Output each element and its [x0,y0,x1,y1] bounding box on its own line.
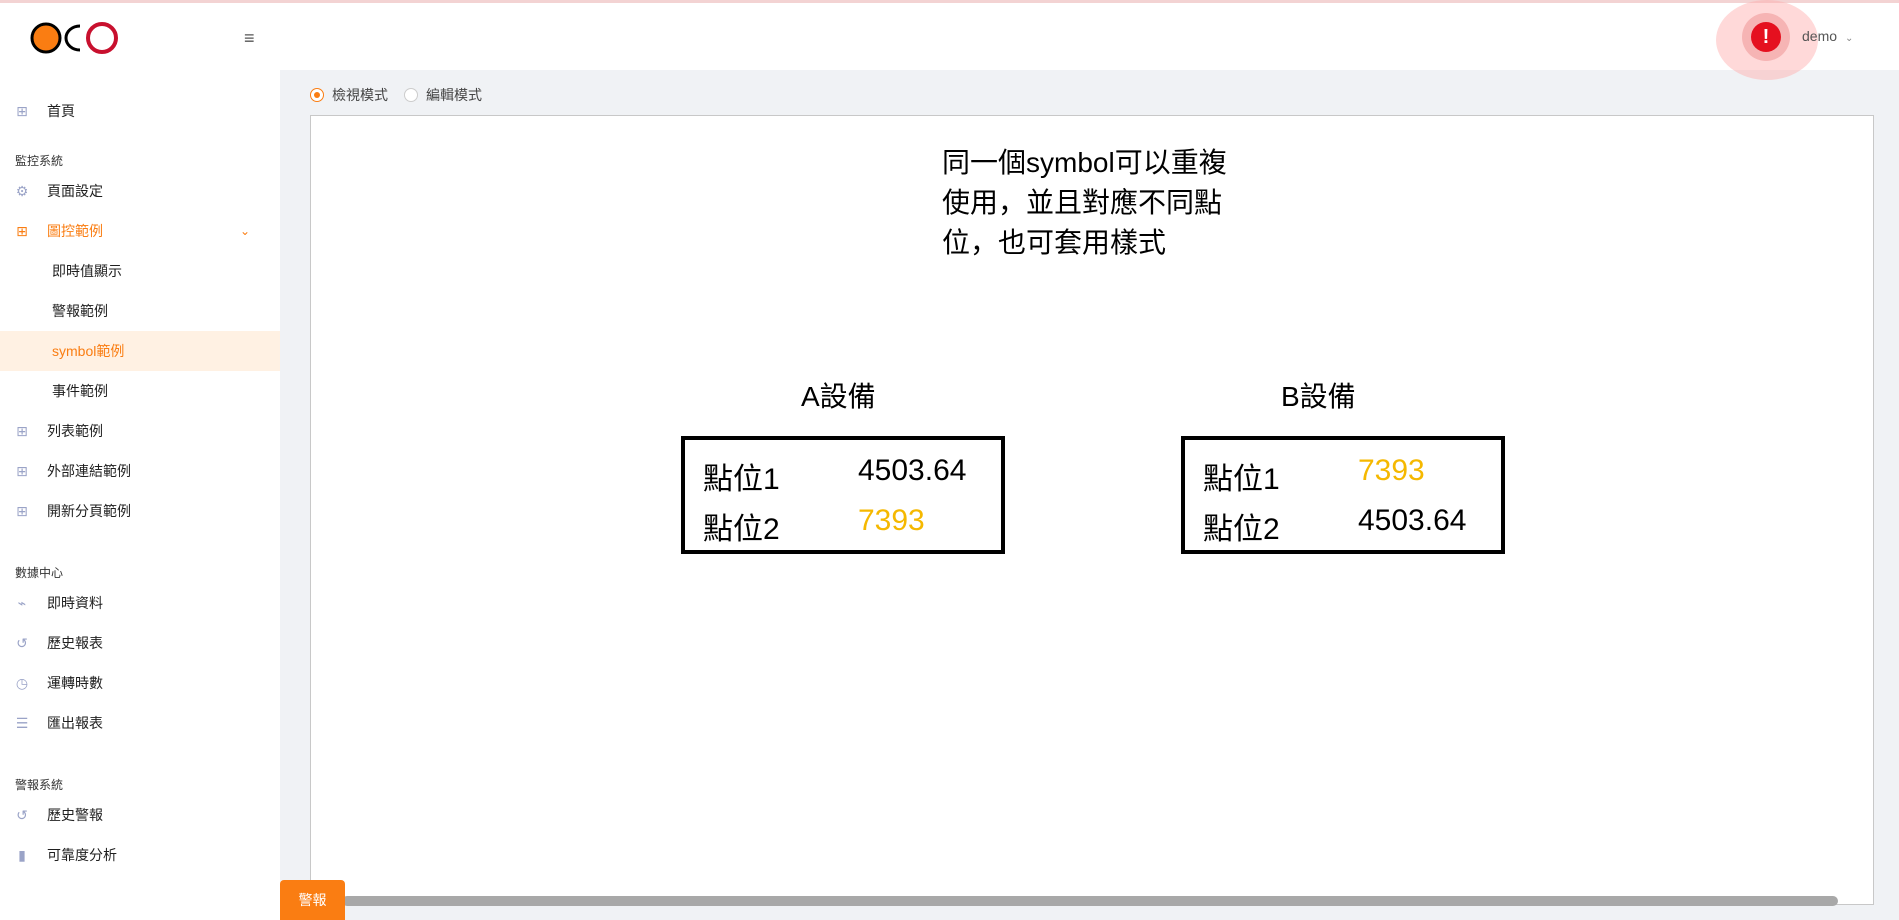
gear-icon: ⚙ [15,182,29,199]
sidebar-item-label: 事件範例 [52,383,108,399]
sidebar-item-label: 頁面設定 [47,183,103,199]
history-icon: ↺ [16,634,28,651]
sidebar-item-label: 可靠度分析 [47,847,117,863]
grid-icon: ⊞ [16,462,28,479]
point-value: 4503.64 [858,454,967,487]
sidebar-item-alarm-example[interactable]: 警報範例 [0,291,280,331]
dashboard-icon: ⊞ [16,102,28,119]
sidebar-item-label: 歷史警報 [47,807,103,823]
device-a-title: A設備 [801,381,876,412]
grid-icon: ⊞ [16,422,28,439]
point-label: 點位1 [1203,463,1280,496]
sidebar-item-home[interactable]: ⊞ 首頁 [0,91,280,131]
sidebar-item-label: 警報範例 [52,303,108,319]
sidebar-item-label: 運轉時數 [47,675,103,691]
alarm-tab-button[interactable]: 警報 [280,880,345,920]
sidebar-item-event-example[interactable]: 事件範例 [0,371,280,411]
description-line: 同一個symbol可以重複 [942,147,1227,178]
point-value: 7393 [858,504,925,537]
sidebar: ≡ ⊞ 首頁 監控系統 ⚙ 頁面設定 ⊞ 圖控範例 ⌄ 即時值顯示 警報範例 s… [0,3,280,920]
point-label: 點位2 [703,513,780,546]
sidebar-item-label: 即時資料 [47,595,103,611]
edit-mode-label: 編輯模式 [426,87,482,103]
sidebar-item-label: 列表範例 [47,423,103,439]
user-menu[interactable]: demo ⌄ [1802,28,1853,44]
sidebar-item-list-example[interactable]: ⊞ 列表範例 [0,411,280,451]
chevron-down-icon: ⌄ [1845,33,1854,44]
clock-icon: ◷ [15,674,29,691]
alert-button[interactable]: ! [1742,13,1790,61]
sidebar-item-export-report[interactable]: ☰ 匯出報表 [0,703,280,743]
mode-switch: 檢視模式 編輯模式 [310,85,498,105]
section-label: 監控系統 [15,154,64,168]
menu-toggle-icon[interactable]: ≡ [244,29,255,47]
point-value: 4503.64 [1358,504,1467,537]
sidebar-item-realtime-data[interactable]: ⌁ 即時資料 [0,583,280,623]
description-line: 位，也可套用樣式 [942,227,1167,258]
description-line: 使用，並且對應不同點 [942,187,1223,218]
point-value: 7393 [1358,454,1425,487]
sidebar-item-history-report[interactable]: ↺ 歷史報表 [0,623,280,663]
radio-dot [404,88,418,102]
device-b-symbol[interactable]: 點位1 7393 點位2 4503.64 [1181,436,1505,554]
oco-logo [30,22,118,54]
device-b-title: B設備 [1281,381,1356,412]
sidebar-item-label: 歷史報表 [47,635,103,651]
radio-dot [310,88,324,102]
exclamation-icon: ! [1751,22,1781,52]
sidebar-item-graphic-examples[interactable]: ⊞ 圖控範例 ⌄ [0,211,280,251]
list-icon: ☰ [15,714,29,731]
section-label: 警報系統 [15,778,64,792]
sidebar-item-label: 開新分頁範例 [47,503,131,519]
chevron-down-icon: ⌄ [239,224,250,238]
pulse-icon: ⌁ [17,594,27,611]
sidebar-item-reliability[interactable]: ▮ 可靠度分析 [0,835,280,875]
sidebar-item-label: 即時值顯示 [52,263,122,279]
point-label: 點位1 [703,463,780,496]
sidebar-item-external-link[interactable]: ⊞ 外部連結範例 [0,451,280,491]
top-header [280,3,1899,70]
sidebar-item-label: 圖控範例 [47,223,103,239]
sidebar-item-realtime-display[interactable]: 即時值顯示 [0,251,280,291]
sidebar-item-label: 外部連結範例 [47,463,131,479]
sidebar-item-symbol-example[interactable]: symbol範例 [0,331,280,371]
horizontal-scrollbar[interactable] [342,896,1838,906]
device-a-symbol[interactable]: 點位1 4503.64 點位2 7393 [681,436,1005,554]
edit-mode-radio[interactable]: 編輯模式 [404,85,482,105]
description-text: 同一個symbol可以重複 使用，並且對應不同點 位，也可套用樣式 [942,143,1262,263]
sidebar-item-label: 首頁 [47,103,75,119]
section-label: 數據中心 [15,566,64,580]
view-mode-radio[interactable]: 檢視模式 [310,85,388,105]
sidebar-item-label: 匯出報表 [47,715,103,731]
bar-chart-icon: ▮ [18,846,26,863]
view-mode-label: 檢視模式 [332,87,388,103]
grid-icon: ⊞ [16,502,28,519]
sidebar-nav: ⊞ 首頁 監控系統 ⚙ 頁面設定 ⊞ 圖控範例 ⌄ 即時值顯示 警報範例 sym… [0,91,280,875]
point-label: 點位2 [1203,513,1280,546]
sidebar-item-label: symbol範例 [52,343,125,359]
sidebar-item-page-settings[interactable]: ⚙ 頁面設定 [0,171,280,211]
sidebar-item-runtime-count[interactable]: ◷ 運轉時數 [0,663,280,703]
history-icon: ↺ [16,806,28,823]
sidebar-item-history-alarm[interactable]: ↺ 歷史警報 [0,795,280,835]
grid-icon: ⊞ [16,222,28,239]
user-name: demo [1802,28,1838,44]
sidebar-item-new-tab[interactable]: ⊞ 開新分頁範例 [0,491,280,531]
